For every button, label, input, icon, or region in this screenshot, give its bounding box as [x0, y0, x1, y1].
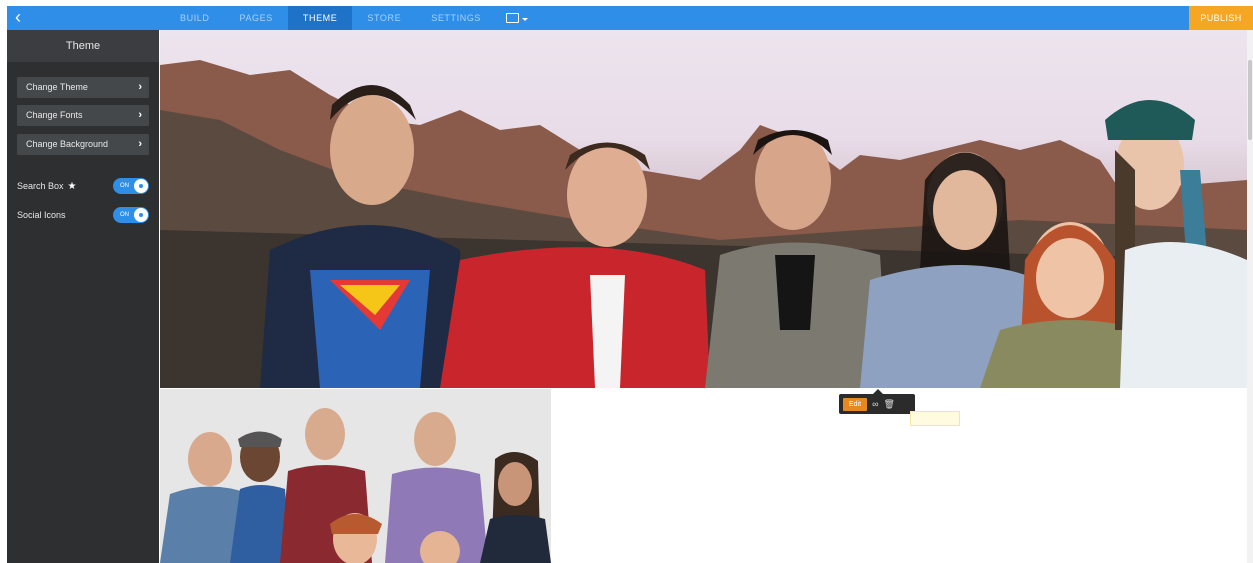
toggle-label: Search Box — [17, 181, 64, 191]
tab-store[interactable]: STORE — [352, 6, 416, 30]
hero-illustration — [160, 60, 1247, 388]
search-box-toggle[interactable]: ON — [113, 178, 149, 194]
menu-label: Change Background — [26, 139, 109, 149]
top-toolbar: ‹ BUILD PAGES THEME STORE SETTINGS PUBLI… — [7, 6, 1253, 30]
toggle-knob — [134, 208, 148, 222]
caret-down-icon — [522, 18, 529, 21]
change-theme-button[interactable]: Change Theme › — [17, 77, 149, 98]
toggle-state: ON — [120, 183, 129, 189]
empty-element-placeholder[interactable] — [910, 411, 960, 426]
team-photo[interactable] — [160, 389, 551, 563]
chevron-right-icon: › — [138, 109, 142, 121]
tab-build[interactable]: BUILD — [165, 6, 225, 30]
chevron-right-icon: › — [138, 138, 142, 150]
tab-pages[interactable]: PAGES — [225, 6, 288, 30]
link-icon[interactable]: ∞ — [872, 399, 878, 409]
tab-theme[interactable]: THEME — [287, 6, 353, 30]
menu-label: Change Theme — [26, 82, 88, 92]
chevron-right-icon: › — [138, 81, 142, 93]
social-icons-toggle[interactable]: ON — [113, 207, 149, 223]
trash-icon[interactable]: 🗑 — [883, 399, 894, 410]
hero-group-photo[interactable] — [160, 30, 1247, 388]
device-selector[interactable] — [496, 6, 538, 30]
publish-button[interactable]: PUBLISH — [1189, 6, 1253, 30]
edit-button[interactable]: Edit — [843, 397, 868, 411]
tab-settings[interactable]: SETTINGS — [416, 6, 496, 30]
theme-sidebar: Theme Change Theme › Change Fonts › Chan… — [7, 30, 159, 563]
main-nav: BUILD PAGES THEME STORE SETTINGS — [165, 6, 538, 30]
monitor-icon — [506, 13, 520, 23]
sidebar-title: Theme — [7, 30, 159, 62]
search-box-setting: Search Box ★ ON — [17, 178, 149, 194]
toggle-knob — [134, 179, 148, 193]
element-edit-toolbar: Edit ∞ 🗑 — [839, 389, 915, 414]
social-icons-setting: Social Icons ON — [17, 207, 149, 223]
star-icon: ★ — [67, 181, 77, 192]
scrollbar-thumb[interactable] — [1248, 60, 1252, 140]
change-fonts-button[interactable]: Change Fonts › — [17, 105, 149, 126]
change-background-button[interactable]: Change Background › — [17, 134, 149, 155]
team-illustration — [160, 389, 551, 563]
toggle-state: ON — [120, 212, 129, 218]
menu-label: Change Fonts — [26, 110, 83, 120]
toggle-label: Social Icons — [17, 210, 66, 220]
chevron-left-icon[interactable]: ‹ — [7, 6, 29, 30]
